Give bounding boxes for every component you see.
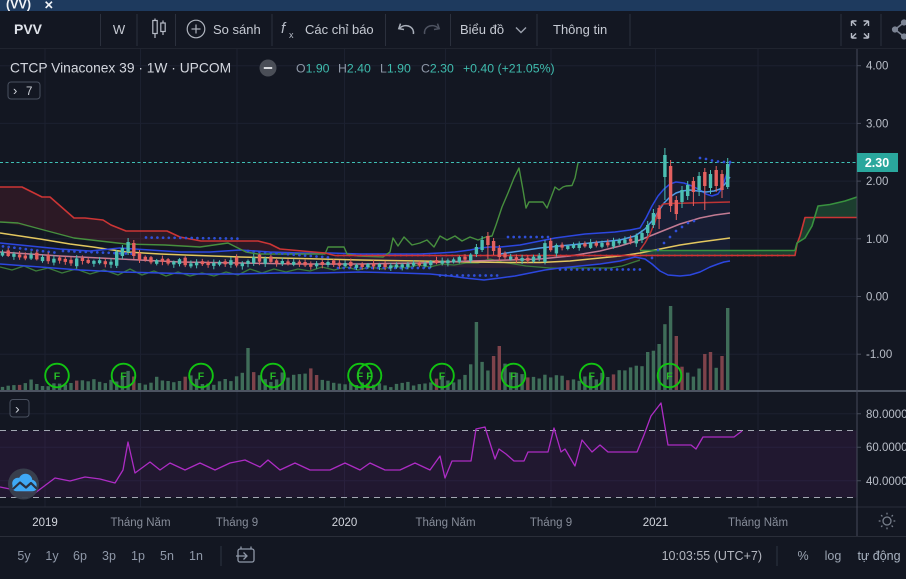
svg-text:F: F	[120, 371, 127, 383]
svg-text:log: log	[825, 549, 842, 563]
svg-text:1p: 1p	[131, 549, 145, 563]
svg-text:Tháng Năm: Tháng Năm	[728, 517, 788, 529]
svg-text:Biểu đồ: Biểu đồ	[460, 22, 504, 37]
svg-text:3.00: 3.00	[866, 118, 888, 130]
svg-text:60.0000: 60.0000	[866, 442, 906, 454]
svg-text:1.00: 1.00	[866, 234, 888, 246]
svg-text:4.00: 4.00	[866, 61, 888, 73]
svg-text:Tháng Năm: Tháng Năm	[415, 517, 475, 529]
svg-text:+0.40 (+21.05%): +0.40 (+21.05%)	[463, 62, 555, 76]
svg-text:✕: ✕	[44, 0, 54, 12]
svg-text:5n: 5n	[160, 549, 174, 563]
svg-text:1y: 1y	[45, 549, 59, 563]
svg-text:CTCP Vinaconex 39 · 1W · UPCOM: CTCP Vinaconex 39 · 1W · UPCOM	[10, 61, 231, 76]
svg-text:1n: 1n	[189, 549, 203, 563]
svg-text:F: F	[270, 371, 277, 383]
svg-text:40.0000: 40.0000	[866, 476, 906, 488]
svg-text:Tháng 9: Tháng 9	[216, 517, 258, 529]
svg-text:F: F	[357, 371, 364, 383]
svg-text:2.30: 2.30	[865, 156, 889, 170]
svg-text:%: %	[797, 549, 808, 563]
svg-text:0.00: 0.00	[866, 292, 888, 304]
svg-text:(VV): (VV)	[6, 0, 31, 12]
svg-text:F: F	[198, 371, 205, 383]
svg-text:x: x	[289, 30, 294, 40]
svg-text:Tháng Năm: Tháng Năm	[110, 517, 170, 529]
svg-text:7: 7	[26, 86, 32, 98]
svg-text:3p: 3p	[102, 549, 116, 563]
svg-text:5y: 5y	[17, 549, 31, 563]
svg-text:F: F	[666, 371, 673, 383]
svg-text:F: F	[588, 371, 595, 383]
svg-text:F: F	[54, 371, 61, 383]
svg-text:O1.90: O1.90	[296, 62, 330, 76]
svg-text:F: F	[510, 371, 517, 383]
svg-text:tự động: tự động	[857, 549, 900, 563]
svg-text:Các chỉ báo: Các chỉ báo	[305, 22, 374, 37]
svg-text:6p: 6p	[73, 549, 87, 563]
svg-text:10:03:55 (UTC+7): 10:03:55 (UTC+7)	[662, 549, 762, 563]
svg-text:So sánh: So sánh	[213, 22, 261, 37]
svg-text:80.0000: 80.0000	[866, 409, 906, 421]
svg-text:›: ›	[13, 83, 17, 98]
svg-text:W: W	[113, 22, 126, 37]
svg-text:L1.90: L1.90	[380, 62, 411, 76]
svg-text:›: ›	[15, 401, 20, 417]
svg-text:C2.30: C2.30	[421, 62, 454, 76]
svg-text:F: F	[439, 371, 446, 383]
svg-text:2020: 2020	[332, 517, 358, 529]
svg-text:2.00: 2.00	[866, 176, 888, 188]
svg-text:Thông tin: Thông tin	[553, 22, 607, 37]
svg-text:PVV: PVV	[14, 21, 43, 37]
svg-text:F: F	[366, 371, 373, 383]
svg-text:-1.00: -1.00	[866, 349, 892, 361]
svg-text:H2.40: H2.40	[338, 62, 371, 76]
svg-text:2019: 2019	[32, 517, 58, 529]
svg-text:Tháng 9: Tháng 9	[530, 517, 572, 529]
svg-text:2021: 2021	[643, 517, 669, 529]
